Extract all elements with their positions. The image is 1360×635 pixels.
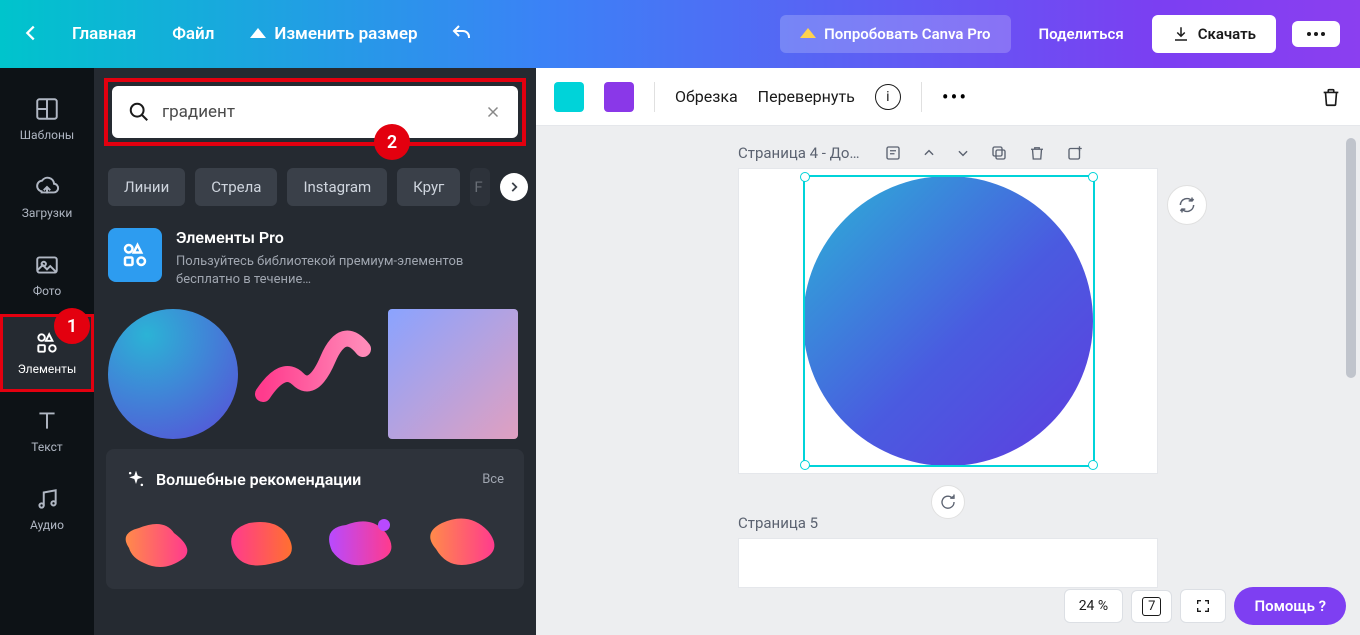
more-button[interactable] [1292,21,1340,47]
search-bar[interactable] [112,86,518,138]
chip-circle[interactable]: Круг [397,168,460,206]
element-gradient-circle[interactable] [108,309,238,439]
page4-header: Страница 4 - До… [738,144,1158,162]
rail-uploads[interactable]: Загрузки [0,158,94,236]
magic-blob-2[interactable] [214,503,308,575]
delete-icon[interactable] [1320,86,1342,108]
notes-icon[interactable] [884,144,902,162]
resize-handle-nw[interactable] [800,172,810,182]
uploads-icon [34,174,60,200]
filter-chips: Линии Стрела Instagram Круг F [94,150,536,218]
templates-icon [34,96,60,122]
element-gradient-square[interactable] [388,309,518,439]
add-page-icon[interactable] [1066,144,1084,162]
topbar: Главная Файл Изменить размер Попробовать… [0,0,1360,68]
elements-panel: 2 Линии Стрела Instagram Круг F Элементы… [94,68,536,635]
divider [654,82,655,112]
magic-blob-3[interactable] [314,503,408,575]
rail-text[interactable]: Текст [0,392,94,470]
rotate-handle[interactable] [931,485,965,519]
page-4-canvas[interactable] [738,168,1158,474]
selection-box[interactable] [803,175,1095,467]
resize-handle-sw[interactable] [800,460,810,470]
nav-home[interactable]: Главная [72,24,136,44]
bottom-bar: 24 % 7 Помощь ? [1064,587,1346,625]
pro-promo[interactable]: Элементы Pro Пользуйтесь библиотекой пре… [108,228,522,289]
chip-lines[interactable]: Линии [108,168,185,206]
page-up-icon[interactable] [922,146,936,160]
elements-grid [94,299,536,449]
tool-more-icon[interactable]: ••• [942,85,968,109]
download-button[interactable]: Скачать [1152,15,1276,53]
duplicate-icon[interactable] [990,144,1008,162]
info-icon[interactable]: i [875,84,901,110]
help-button[interactable]: Помощь ? [1234,587,1346,625]
page-5-canvas[interactable] [738,538,1158,588]
fullscreen-icon[interactable] [1180,589,1226,623]
search-annotation-box: 2 [108,82,522,142]
rail-audio[interactable]: Аудио [0,470,94,548]
magic-blob-1[interactable] [114,503,208,575]
audio-icon [34,486,60,512]
try-pro-button[interactable]: Попробовать Canva Pro [780,15,1010,53]
share-button[interactable]: Поделиться [1027,15,1136,53]
resize-handle-ne[interactable] [1088,172,1098,182]
tool-flip[interactable]: Перевернуть [758,87,855,106]
photo-icon [34,252,60,278]
divider [921,82,922,112]
color-swatch-1[interactable] [554,82,584,112]
element-gradient-scribble[interactable] [248,309,378,439]
vertical-scrollbar[interactable] [1346,138,1356,378]
chip-instagram[interactable]: Instagram [287,168,387,206]
magic-section: Волшебные рекомендации Все [106,449,524,589]
magic-title: Волшебные рекомендации [156,470,361,489]
page4-title[interactable]: Страница 4 - До… [738,144,860,162]
clear-icon[interactable] [484,103,502,121]
pro-promo-desc: Пользуйтесь библиотекой премиум-элементо… [176,253,522,289]
text-icon [34,408,60,434]
page-count[interactable]: 7 [1131,590,1172,623]
nav-file[interactable]: Файл [172,24,214,44]
canvas-scroll[interactable]: Страница 4 - До… [536,126,1360,635]
magic-see-all[interactable]: Все [482,472,504,487]
annotation-badge-1: 1 [54,308,90,344]
page-down-icon[interactable] [956,146,970,160]
rail-templates[interactable]: Шаблоны [0,80,94,158]
tool-crop[interactable]: Обрезка [675,87,738,106]
sync-button[interactable] [1167,185,1207,225]
search-icon [128,101,150,123]
search-input[interactable] [162,102,472,122]
pro-promo-title: Элементы Pro [176,228,522,247]
magic-blob-4[interactable] [414,503,508,575]
rail-photo[interactable]: Фото [0,236,94,314]
page-trash-icon[interactable] [1028,144,1046,162]
side-rail: Шаблоны Загрузки Фото 1 Элементы Текст [0,68,94,635]
chip-more[interactable]: F [470,168,490,206]
color-swatch-2[interactable] [604,82,634,112]
zoom-control[interactable]: 24 % [1064,589,1123,623]
canvas-area: Обрезка Перевернуть i ••• Страница 4 - Д… [536,68,1360,635]
back-icon[interactable] [20,22,44,46]
nav-resize[interactable]: Изменить размер [250,24,417,44]
chips-scroll-right-icon[interactable] [500,173,528,201]
resize-handle-se[interactable] [1088,460,1098,470]
pro-promo-icon [108,228,162,282]
chip-arrow[interactable]: Стрела [195,168,277,206]
sparkle-icon [126,469,146,489]
context-toolbar: Обрезка Перевернуть i ••• [536,68,1360,126]
rail-elements[interactable]: 1 Элементы [0,314,94,392]
undo-icon[interactable] [450,22,474,46]
